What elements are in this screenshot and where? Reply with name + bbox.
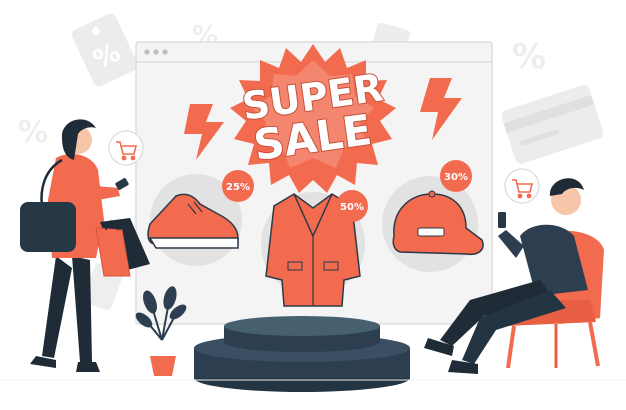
smartphone-icon-man bbox=[498, 212, 506, 228]
badge-50-label: 50% bbox=[340, 202, 364, 213]
cart-bubble-right bbox=[504, 168, 540, 204]
bg-percent-left: % bbox=[18, 115, 48, 150]
window-dot-3 bbox=[162, 49, 168, 55]
bg-percent-right: % bbox=[512, 37, 546, 77]
badge-25: 25% bbox=[222, 170, 254, 202]
podium bbox=[194, 316, 410, 392]
badge-25-label: 25% bbox=[226, 182, 250, 193]
badge-50: 50% bbox=[336, 190, 368, 222]
cart-bubble-left bbox=[108, 130, 144, 166]
woman-shopper bbox=[20, 119, 150, 372]
badge-30: 30% bbox=[440, 160, 472, 192]
badge-30-label: 30% bbox=[444, 172, 468, 183]
credit-card-icon bbox=[501, 85, 604, 164]
window-dot-2 bbox=[153, 49, 159, 55]
percent-tag-icon: % bbox=[71, 13, 138, 87]
super-sale-illustration: % % % % SUPER SALE 25% 50% 30% bbox=[0, 13, 626, 392]
window-dot-1 bbox=[144, 49, 150, 55]
